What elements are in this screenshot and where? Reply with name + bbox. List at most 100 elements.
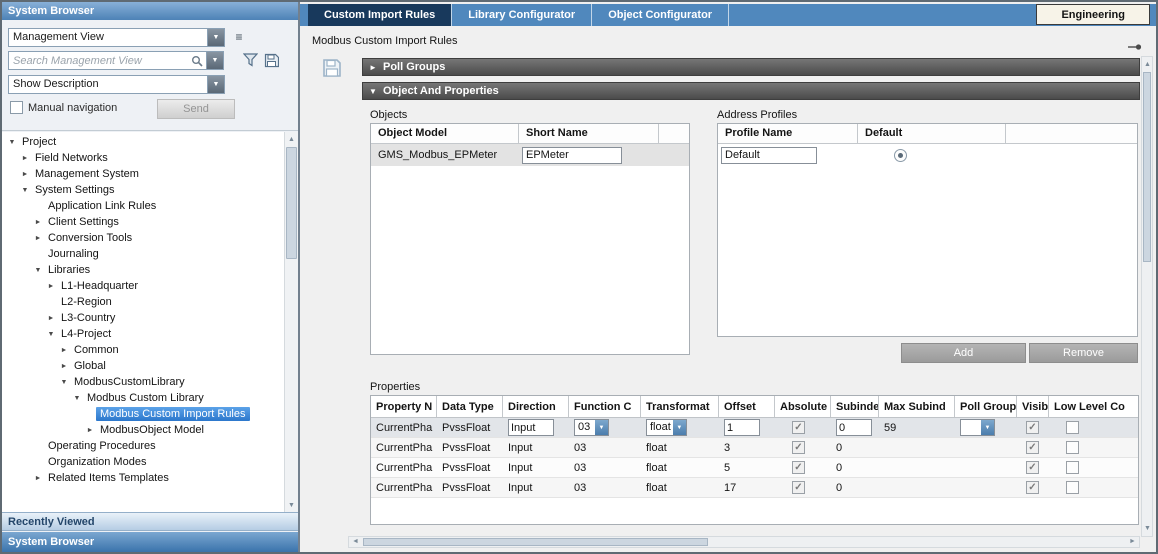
collapse-arrow-icon[interactable]: ▼	[19, 187, 31, 194]
function-code-dropdown[interactable]: 03▼	[574, 419, 609, 436]
tree-item-application-link-rules[interactable]: Application Link Rules	[2, 198, 285, 214]
expand-arrow-icon[interactable]: ►	[32, 219, 44, 226]
expand-arrow-icon[interactable]: ►	[19, 171, 31, 178]
expand-arrow-icon[interactable]: ►	[45, 315, 57, 322]
horizontal-scrollbar[interactable]: ◄ ►	[348, 536, 1140, 548]
tree-item-journaling[interactable]: Journaling	[2, 246, 285, 262]
object-and-properties-section-header[interactable]: ▼ Object And Properties	[362, 82, 1140, 100]
properties-row[interactable]: CurrentPhaPvssFloatInput03float5✓0✓	[371, 458, 1138, 478]
tab-object-configurator[interactable]: Object Configurator	[592, 4, 729, 26]
visible-checkbox[interactable]: ✓	[1026, 481, 1039, 494]
visible-checkbox[interactable]: ✓	[1026, 441, 1039, 454]
properties-column-header[interactable]: Direction	[503, 396, 569, 417]
absolute-checkbox[interactable]: ✓	[792, 481, 805, 494]
tree-item-modbusobject-model[interactable]: ►ModbusObject Model	[2, 422, 285, 438]
show-description-dropdown[interactable]: Show Description ▼	[8, 75, 225, 94]
expand-arrow-icon[interactable]: ►	[45, 283, 57, 290]
expand-arrow-icon[interactable]: ►	[363, 63, 383, 72]
scroll-left-icon[interactable]: ◄	[349, 537, 362, 547]
tree-item-system-settings[interactable]: ▼System Settings	[2, 182, 285, 198]
collapse-arrow-icon[interactable]: ▼	[45, 331, 57, 338]
tab-library-configurator[interactable]: Library Configurator	[452, 4, 592, 26]
system-browser-bottom-bar[interactable]: System Browser	[2, 532, 298, 552]
tab-custom-import-rules[interactable]: Custom Import Rules	[308, 4, 452, 26]
tree-item-global[interactable]: ►Global	[2, 358, 285, 374]
poll-groups-section-header[interactable]: ► Poll Groups	[362, 58, 1140, 76]
tree-item-management-system[interactable]: ►Management System	[2, 166, 285, 182]
properties-column-header[interactable]: Subinde	[831, 396, 879, 417]
scroll-right-icon[interactable]: ►	[1126, 537, 1139, 547]
visible-checkbox[interactable]: ✓	[1026, 461, 1039, 474]
tree-item-conversion-tools[interactable]: ►Conversion Tools	[2, 230, 285, 246]
chevron-down-icon[interactable]: ▼	[595, 420, 608, 435]
properties-column-header[interactable]: Poll Group	[955, 396, 1017, 417]
expand-arrow-icon[interactable]: ►	[58, 363, 70, 370]
collapse-arrow-icon[interactable]: ▼	[58, 379, 70, 386]
tree-vertical-scrollbar[interactable]: ▲ ▼	[284, 132, 298, 513]
chevron-down-icon[interactable]: ▼	[207, 76, 224, 93]
properties-column-header[interactable]: Data Type	[437, 396, 503, 417]
scroll-up-icon[interactable]: ▲	[285, 133, 298, 146]
profiles-column-default[interactable]: Default	[858, 124, 1006, 143]
profiles-column-profile-name[interactable]: Profile Name	[718, 124, 858, 143]
tree-item-organization-modes[interactable]: Organization Modes	[2, 454, 285, 470]
poll-group-dropdown[interactable]: ▼	[960, 419, 995, 436]
scroll-up-icon[interactable]: ▲	[1141, 58, 1154, 71]
system-browser-header[interactable]: System Browser	[2, 2, 298, 20]
properties-column-header[interactable]: Property N	[371, 396, 437, 417]
default-radio[interactable]	[894, 149, 907, 162]
recently-viewed-bar[interactable]: Recently Viewed	[2, 512, 298, 531]
collapse-arrow-icon[interactable]: ▼	[6, 139, 18, 146]
tree-item-project[interactable]: ▼Project	[2, 134, 285, 150]
low-level-checkbox[interactable]	[1066, 461, 1079, 474]
low-level-checkbox[interactable]	[1066, 441, 1079, 454]
low-level-checkbox[interactable]	[1066, 481, 1079, 494]
expand-arrow-icon[interactable]: ►	[32, 475, 44, 482]
search-input[interactable]	[9, 52, 188, 69]
low-level-checkbox[interactable]	[1066, 421, 1079, 434]
profile-name-input[interactable]	[721, 147, 817, 164]
search-options-chevron-icon[interactable]: ▼	[206, 52, 223, 69]
absolute-checkbox[interactable]: ✓	[792, 441, 805, 454]
collapse-arrow-icon[interactable]: ▼	[71, 395, 83, 402]
subindex-input[interactable]	[836, 419, 872, 436]
pin-icon[interactable]	[1128, 38, 1142, 56]
tree-item-client-settings[interactable]: ►Client Settings	[2, 214, 285, 230]
chevron-down-icon[interactable]: ▼	[207, 29, 224, 46]
transformation-dropdown[interactable]: float▼	[646, 419, 687, 436]
tree-item-l4-project[interactable]: ▼L4-Project	[2, 326, 285, 342]
filter-icon[interactable]	[241, 51, 259, 69]
objects-column-short-name[interactable]: Short Name	[519, 124, 659, 143]
absolute-checkbox[interactable]: ✓	[792, 461, 805, 474]
properties-row[interactable]: CurrentPhaPvssFloatInput03float3✓0✓	[371, 438, 1138, 458]
properties-column-header[interactable]: Transformat	[641, 396, 719, 417]
chevron-down-icon[interactable]: ▼	[981, 420, 994, 435]
expand-arrow-icon[interactable]: ►	[19, 155, 31, 162]
properties-column-header[interactable]: Function C	[569, 396, 641, 417]
tree-item-modbus-custom-import-rules[interactable]: Modbus Custom Import Rules	[2, 406, 285, 422]
tree-item-l3-country[interactable]: ►L3-Country	[2, 310, 285, 326]
vertical-scrollbar[interactable]: ▲ ▼	[1141, 56, 1153, 537]
properties-column-header[interactable]: Offset	[719, 396, 775, 417]
tree-item-l1-headquarter[interactable]: ►L1-Headquarter	[2, 278, 285, 294]
tree-item-related-items-templates[interactable]: ►Related Items Templates	[2, 470, 285, 486]
scrollbar-thumb[interactable]	[1143, 72, 1151, 262]
expand-arrow-icon[interactable]: ►	[58, 347, 70, 354]
save-search-icon[interactable]	[262, 51, 280, 69]
tree-item-modbus-custom-library[interactable]: ▼Modbus Custom Library	[2, 390, 285, 406]
remove-button[interactable]: Remove	[1029, 343, 1138, 363]
tree-item-modbuscustomlibrary[interactable]: ▼ModbusCustomLibrary	[2, 374, 285, 390]
properties-column-header[interactable]: Max Subind	[879, 396, 955, 417]
tree-item-field-networks[interactable]: ►Field Networks	[2, 150, 285, 166]
tree-item-l2-region[interactable]: L2-Region	[2, 294, 285, 310]
expand-arrow-icon[interactable]: ►	[32, 235, 44, 242]
save-icon[interactable]	[322, 58, 342, 83]
search-icon[interactable]	[188, 52, 206, 69]
tree-item-common[interactable]: ►Common	[2, 342, 285, 358]
view-menu-icon[interactable]: ≡	[231, 31, 247, 45]
short-name-input[interactable]	[522, 147, 622, 164]
collapse-arrow-icon[interactable]: ▼	[32, 267, 44, 274]
offset-input[interactable]	[724, 419, 760, 436]
properties-row[interactable]: CurrentPhaPvssFloat03▼float▼✓59▼✓	[371, 418, 1138, 438]
objects-row[interactable]: GMS_Modbus_EPMeter	[371, 144, 689, 166]
